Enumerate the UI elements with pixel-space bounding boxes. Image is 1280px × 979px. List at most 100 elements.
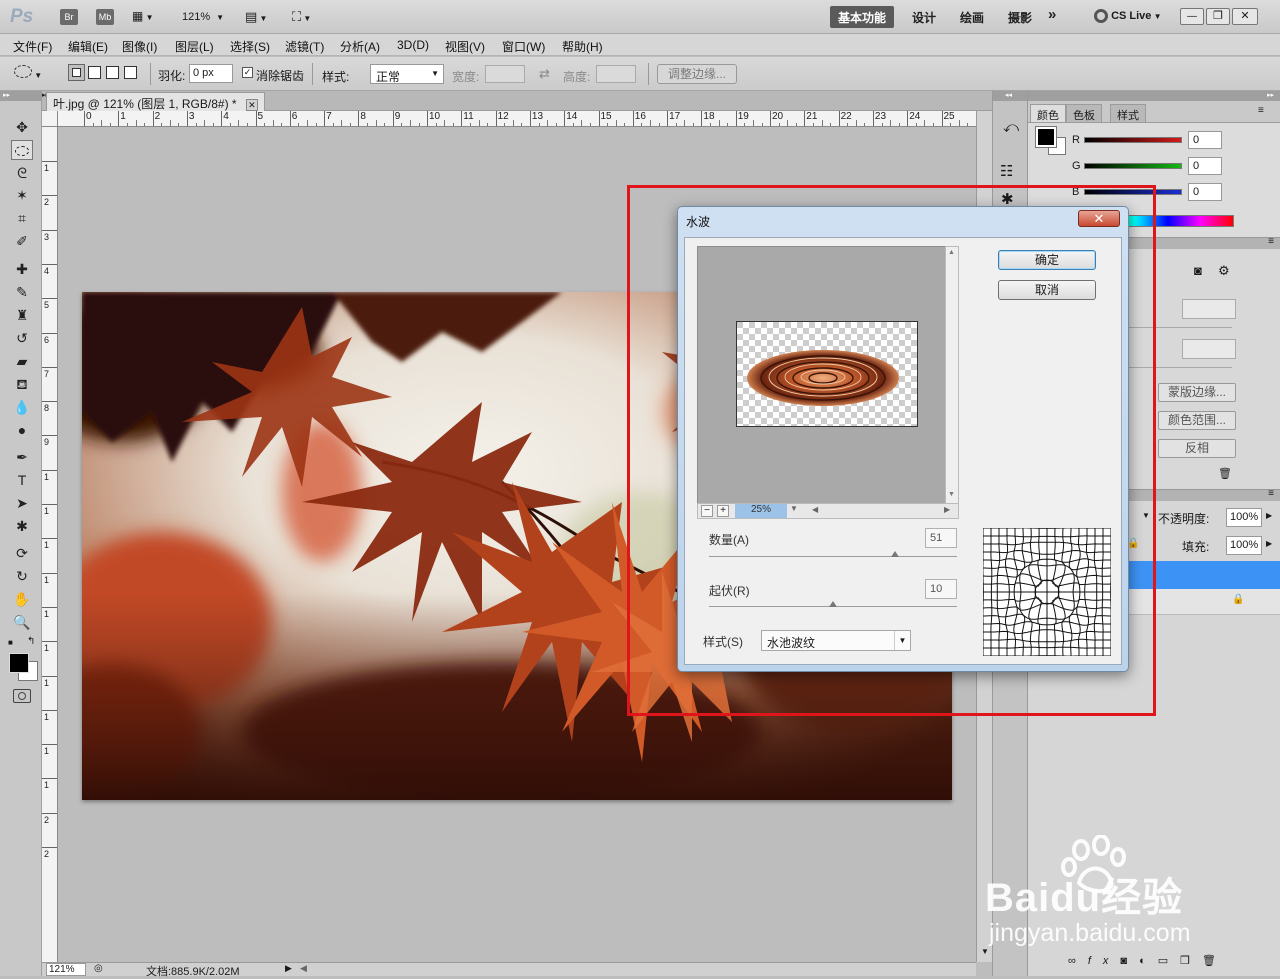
actions-panel-icon[interactable]: ☷ bbox=[1000, 162, 1013, 180]
crop-tool-icon[interactable]: ⌗ bbox=[11, 208, 33, 228]
foreground-color-swatch[interactable] bbox=[9, 653, 29, 673]
trash-icon[interactable]: 🗑 bbox=[1202, 955, 1228, 967]
blur-tool-icon[interactable]: 💧 bbox=[11, 397, 33, 417]
width-input[interactable] bbox=[485, 65, 525, 83]
hand-tool-icon[interactable]: ✋ bbox=[11, 589, 33, 609]
quick-mask-icon[interactable] bbox=[13, 689, 31, 703]
pen-tool-icon[interactable]: ✒ bbox=[11, 447, 33, 467]
link-layers-icon[interactable]: ∞ bbox=[1068, 955, 1088, 967]
zoom-tool-icon[interactable]: 🔍 bbox=[11, 612, 33, 632]
fill-input[interactable]: 100% bbox=[1226, 536, 1262, 555]
adjustment-layer-icon[interactable]: ◐ bbox=[1139, 955, 1158, 967]
color-panel-foreground-swatch[interactable] bbox=[1036, 127, 1056, 147]
history-brush-tool-icon[interactable]: ↺ bbox=[11, 328, 33, 348]
cs-live-menu[interactable]: CS Live ▼ bbox=[1094, 9, 1162, 23]
menu-analysis[interactable]: 分析(A) bbox=[340, 38, 380, 55]
status-info-icon[interactable]: ◎ bbox=[94, 963, 103, 974]
panel-menu-icon[interactable]: ≡ bbox=[1258, 105, 1264, 116]
path-selection-tool-icon[interactable]: ➤ bbox=[11, 493, 33, 513]
scroll-down-icon[interactable]: ▼ bbox=[981, 947, 989, 956]
arrange-documents-button[interactable]: ▤ ▼ bbox=[245, 9, 275, 25]
history-panel-icon[interactable]: ⤺ bbox=[1003, 119, 1019, 136]
density-input[interactable] bbox=[1182, 299, 1236, 319]
pixel-mask-icon[interactable]: ◙ bbox=[1194, 263, 1202, 278]
workspace-essentials[interactable]: 基本功能 bbox=[830, 6, 894, 28]
panel-collapse-icon[interactable]: ▸▸ bbox=[1028, 91, 1280, 101]
type-tool-icon[interactable]: T bbox=[11, 470, 33, 490]
fill-slider-icon[interactable]: ▶ bbox=[1266, 539, 1272, 548]
view-extras-button[interactable]: ▦ ▼ bbox=[132, 9, 162, 25]
antialias-checkbox[interactable]: ✓ bbox=[242, 67, 253, 78]
dodge-tool-icon[interactable]: ● bbox=[11, 420, 33, 440]
new-group-icon[interactable]: ▭ bbox=[1158, 955, 1180, 967]
menu-select[interactable]: 选择(S) bbox=[230, 38, 270, 55]
workspace-photography[interactable]: 摄影 bbox=[1000, 6, 1040, 28]
screen-mode-button[interactable]: ⛶ ▼ bbox=[292, 9, 328, 25]
new-selection-icon[interactable] bbox=[68, 64, 85, 81]
r-slider[interactable] bbox=[1084, 137, 1182, 143]
vertical-ruler[interactable]: 123456789111111111122 bbox=[42, 127, 58, 962]
brush-tool-icon[interactable]: ✎ bbox=[11, 282, 33, 302]
opacity-input[interactable]: 100% bbox=[1226, 508, 1262, 527]
r-value-input[interactable]: 0 bbox=[1188, 131, 1222, 149]
toolbox-collapse-icon[interactable]: ▸▸ bbox=[0, 91, 42, 101]
lasso-tool-icon[interactable]: ᘓ bbox=[11, 163, 33, 183]
menu-filter[interactable]: 滤镜(T) bbox=[285, 38, 324, 55]
elliptical-marquee-tool-icon[interactable] bbox=[11, 140, 33, 160]
menu-layer[interactable]: 图层(L) bbox=[175, 38, 214, 55]
g-value-input[interactable]: 0 bbox=[1188, 157, 1222, 175]
fx-icon[interactable]: fx bbox=[1088, 955, 1121, 967]
magic-wand-tool-icon[interactable]: ✶ bbox=[11, 185, 33, 205]
tab-styles[interactable]: 样式 bbox=[1110, 104, 1146, 122]
swap-colors-icon[interactable]: ↰ bbox=[27, 636, 35, 647]
tab-color[interactable]: 颜色 bbox=[1030, 104, 1066, 122]
eraser-tool-icon[interactable]: ▰ bbox=[11, 351, 33, 371]
eyedropper-tool-icon[interactable]: ✐ bbox=[11, 231, 33, 251]
add-to-selection-icon[interactable] bbox=[88, 66, 101, 79]
ruler-origin[interactable] bbox=[42, 111, 58, 127]
color-range-button[interactable]: 颜色范围... bbox=[1158, 411, 1236, 430]
add-mask-icon[interactable]: ◙ bbox=[1120, 955, 1139, 967]
default-colors-icon[interactable]: ■ bbox=[8, 638, 13, 647]
close-icon[interactable]: ✕ bbox=[246, 99, 258, 111]
restore-button[interactable]: ❐ bbox=[1206, 8, 1230, 25]
document-tab[interactable]: 叶.jpg @ 121% (图层 1, RGB/8#) * ✕ bbox=[46, 92, 265, 111]
g-slider[interactable] bbox=[1084, 163, 1182, 169]
subtract-from-selection-icon[interactable] bbox=[106, 66, 119, 79]
healing-brush-tool-icon[interactable]: ✚ bbox=[11, 259, 33, 279]
3d-rotate-tool-icon[interactable]: ⟳ bbox=[11, 543, 33, 563]
status-menu-icon[interactable]: ▶ bbox=[285, 963, 292, 974]
swap-icon[interactable]: ⇄ bbox=[539, 66, 550, 82]
clone-stamp-tool-icon[interactable]: ♜ bbox=[11, 305, 33, 325]
minimize-button[interactable]: — bbox=[1180, 8, 1204, 25]
menu-edit[interactable]: 编辑(E) bbox=[68, 38, 108, 55]
panel-menu-icon[interactable]: ≡ bbox=[1268, 488, 1274, 499]
delete-mask-icon[interactable]: 🗑 bbox=[1218, 467, 1232, 480]
refine-edge-button[interactable]: 调整边缘... bbox=[657, 64, 737, 84]
height-input[interactable] bbox=[596, 65, 636, 83]
scroll-left-icon[interactable]: ◀ bbox=[300, 963, 307, 974]
menu-image[interactable]: 图像(I) bbox=[122, 38, 157, 55]
horizontal-ruler[interactable]: 0123456789101112131415161718192021222324… bbox=[58, 111, 976, 127]
feather-mask-input[interactable] bbox=[1182, 339, 1236, 359]
menu-3d[interactable]: 3D(D) bbox=[397, 38, 429, 52]
workspace-design[interactable]: 设计 bbox=[904, 6, 944, 28]
close-window-button[interactable]: ✕ bbox=[1232, 8, 1258, 25]
dock-collapse-icon[interactable]: ◂◂ bbox=[993, 91, 1027, 101]
shape-tool-icon[interactable]: ✱ bbox=[11, 516, 33, 536]
mini-bridge-button[interactable]: Mb bbox=[96, 9, 114, 25]
move-tool-icon[interactable]: ✥ bbox=[11, 117, 33, 137]
feather-input[interactable]: 0 px bbox=[189, 64, 233, 83]
opacity-slider-icon[interactable]: ▶ bbox=[1266, 511, 1272, 520]
invert-button[interactable]: 反相 bbox=[1158, 439, 1236, 458]
workspace-painting[interactable]: 绘画 bbox=[952, 6, 992, 28]
b-value-input[interactable]: 0 bbox=[1188, 183, 1222, 201]
more-workspaces-button[interactable]: » bbox=[1040, 3, 1064, 25]
mask-edge-button[interactable]: 蒙版边缘... bbox=[1158, 383, 1236, 402]
status-zoom[interactable]: 121% bbox=[46, 963, 86, 976]
3d-orbit-tool-icon[interactable]: ↻ bbox=[11, 566, 33, 586]
menu-view[interactable]: 视图(V) bbox=[445, 38, 485, 55]
menu-window[interactable]: 窗口(W) bbox=[502, 38, 545, 55]
paint-bucket-tool-icon[interactable]: ⛾ bbox=[11, 374, 33, 394]
menu-file[interactable]: 文件(F) bbox=[13, 38, 52, 55]
